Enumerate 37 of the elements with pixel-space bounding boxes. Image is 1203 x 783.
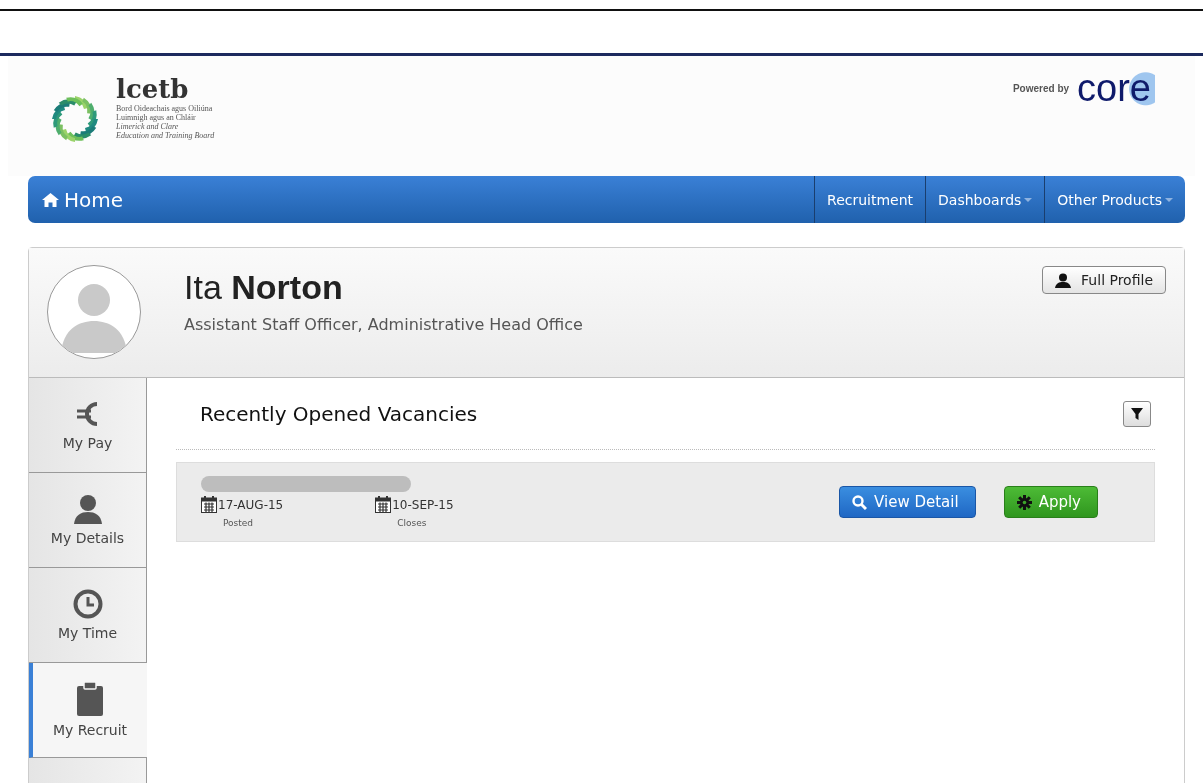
- date-label: Posted: [223, 518, 255, 528]
- search-icon: [852, 494, 868, 510]
- nav-menu-item[interactable]: Recruitment: [814, 176, 926, 223]
- filter-button[interactable]: [1123, 400, 1151, 427]
- caret-icon: [1024, 197, 1033, 202]
- person-icon: [73, 494, 102, 524]
- calendar-icon: [375, 496, 392, 513]
- nav-menu-item[interactable]: Dashboards: [925, 176, 1045, 223]
- person-icon: [1055, 272, 1072, 288]
- logo-tagline: Limerick and Clare: [116, 122, 180, 131]
- caret-icon: [1165, 197, 1173, 202]
- nav-menu-item[interactable]: Other Products: [1044, 176, 1185, 223]
- profile-role: Assistant Staff Officer, Administrative Head Office: [184, 315, 583, 334]
- date-text: 17-AUG-15: [218, 497, 284, 512]
- logo-tagline: Luimnigh agus an Chláir: [116, 113, 197, 122]
- filter-icon: [1131, 407, 1143, 420]
- apply-button[interactable]: Apply: [1003, 486, 1098, 518]
- logo-tagline: Education and Training Board: [116, 131, 215, 140]
- section-title: Recently Opened Vacancies: [200, 401, 478, 426]
- home-link[interactable]: Home: [28, 176, 124, 223]
- sidebar-tab[interactable]: My Pay: [29, 378, 147, 473]
- date-label: Closes: [397, 518, 428, 528]
- sidebar-tab[interactable]: My Time: [29, 568, 147, 663]
- home-icon: [42, 192, 59, 207]
- calendar-icon: [201, 496, 217, 513]
- logo-name: lcetb: [116, 74, 190, 104]
- gear-icon: [1016, 494, 1032, 510]
- profile-name: Ita Norton: [184, 268, 344, 307]
- view-detail-button[interactable]: View Detail: [839, 486, 976, 518]
- logo-tagline: Bord Oideachais agus Oiliúna: [116, 104, 214, 113]
- date-text: 10-SEP-15: [392, 497, 454, 512]
- sidebar-tab[interactable]: My Recruit: [29, 663, 147, 758]
- sidebar-tab[interactable]: My Details: [29, 473, 147, 568]
- clock-icon: [72, 589, 103, 619]
- clipboard-icon: [77, 682, 103, 716]
- powered-by-label: Powered by: [1012, 82, 1070, 94]
- full-profile-button[interactable]: Full Profile: [1042, 266, 1166, 294]
